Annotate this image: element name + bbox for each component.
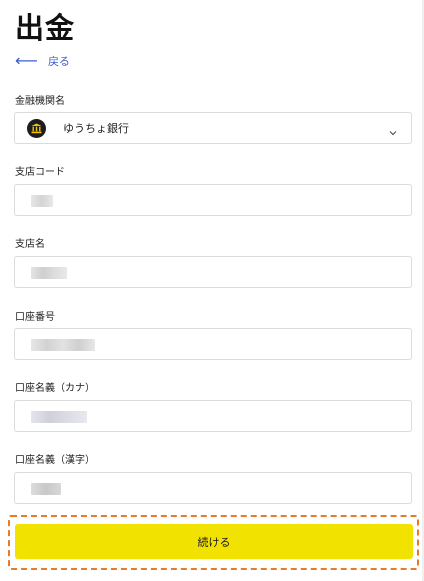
- branch-name-field[interactable]: [14, 256, 412, 288]
- masked-value: [31, 339, 95, 351]
- account-holder-kanji-field[interactable]: [14, 472, 412, 504]
- continue-button[interactable]: 続ける: [15, 524, 413, 559]
- masked-value: [31, 411, 87, 423]
- account-holder-kana-field[interactable]: [14, 400, 412, 432]
- masked-value: [31, 483, 61, 495]
- account-number-label: 口座番号: [15, 312, 55, 323]
- back-label: 戻る: [47, 55, 70, 68]
- bank-label: 金融機関名: [15, 96, 65, 107]
- bank-logo-icon: [27, 118, 46, 138]
- arrow-left-icon: ⟵: [15, 51, 38, 70]
- page-title: 出金: [15, 11, 76, 45]
- masked-value: [31, 195, 53, 207]
- withdrawal-page: 出金 ⟵ 戻る 金融機関名 ゆうちょ銀行 支店コード 支店名 口座番号 口座名義…: [0, 0, 424, 581]
- branch-name-label: 支店名: [15, 239, 45, 250]
- account-number-field[interactable]: [14, 328, 412, 360]
- back-link[interactable]: ⟵ 戻る: [15, 51, 70, 71]
- chevron-down-icon: [388, 123, 398, 142]
- branch-code-label: 支店コード: [15, 167, 65, 178]
- bank-selected-value: ゆうちょ銀行: [63, 122, 129, 135]
- account-holder-kanji-label: 口座名義（漢字）: [15, 455, 95, 466]
- masked-value: [31, 267, 67, 279]
- bank-select[interactable]: ゆうちょ銀行: [14, 112, 412, 144]
- branch-code-field[interactable]: [14, 184, 412, 216]
- account-holder-kana-label: 口座名義（カナ）: [15, 383, 95, 394]
